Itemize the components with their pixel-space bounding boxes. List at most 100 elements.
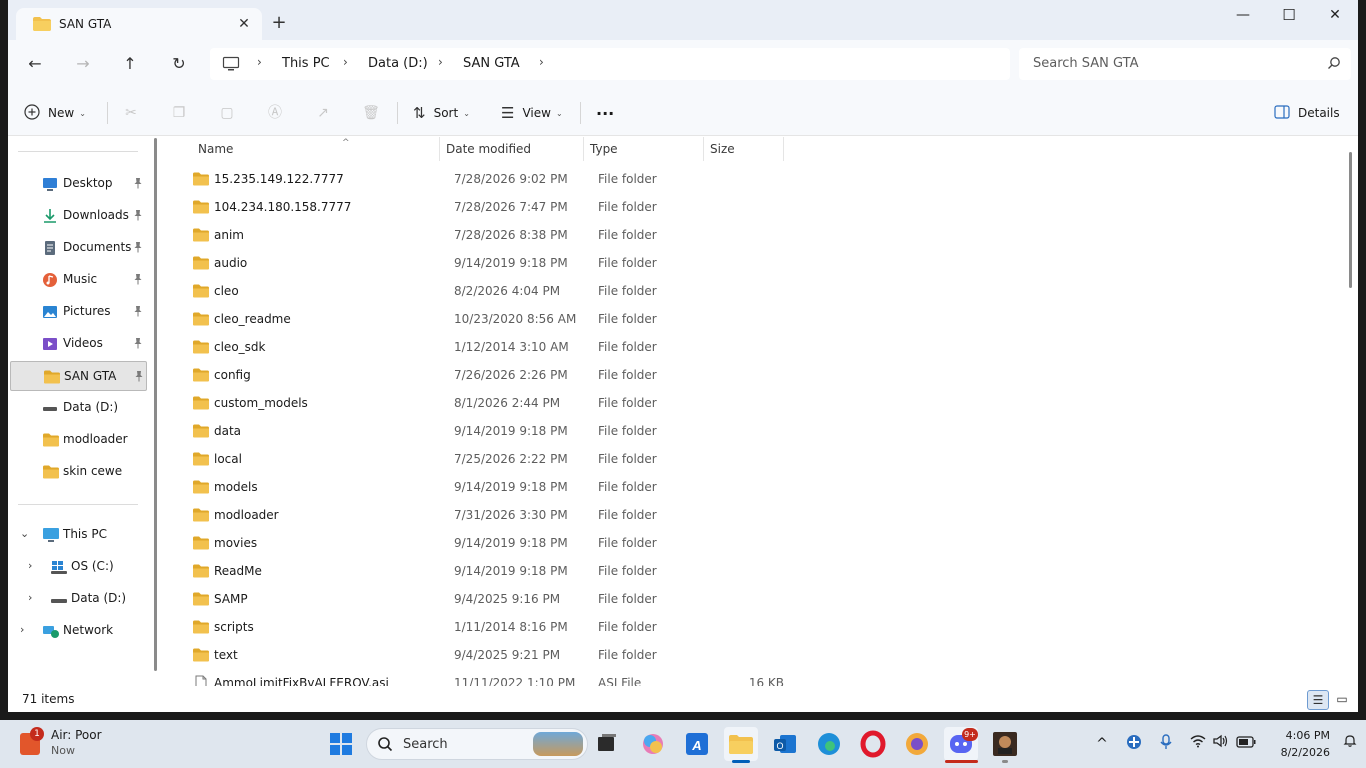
wifi-icon[interactable] [1188, 734, 1208, 754]
discord-icon[interactable]: 9+ [944, 727, 978, 761]
pin-icon[interactable] [133, 177, 143, 192]
sidebar-item-pictures[interactable]: Pictures [10, 297, 147, 327]
sidebar-scrollbar[interactable] [154, 138, 157, 671]
file-row[interactable]: ReadMe 9/14/2019 9:18 PM File folder [184, 557, 794, 585]
file-row[interactable]: scripts 1/11/2014 8:16 PM File folder [184, 613, 794, 641]
delete-icon[interactable]: 🗑 [360, 102, 382, 124]
game-icon[interactable] [988, 727, 1022, 761]
maximize-button[interactable]: ☐ [1266, 0, 1312, 32]
file-row[interactable]: local 7/25/2026 2:22 PM File folder [184, 445, 794, 473]
file-row[interactable]: 15.235.149.122.7777 7/28/2026 9:02 PM File… [184, 165, 794, 193]
file-row[interactable]: modloader 7/31/2026 3:30 PM File folder [184, 501, 794, 529]
refresh-button[interactable]: ↻ [165, 52, 193, 76]
sidebar-item-os-c[interactable]: › OS (C:) [10, 552, 147, 582]
clock[interactable]: 4:06 PM 8/2/2026 [1268, 727, 1330, 761]
up-button[interactable]: ↑ [116, 52, 144, 76]
battery-icon[interactable] [1236, 734, 1256, 754]
outlook-icon[interactable]: O [768, 727, 802, 761]
sidebar-item-modloader[interactable]: modloader [10, 425, 147, 455]
breadcrumb-data-d[interactable]: Data (D:) [368, 56, 428, 71]
address-bar[interactable]: › This PC › Data (D:) › SAN GTA › [210, 48, 1010, 80]
paste-icon[interactable]: ▢ [216, 102, 238, 124]
edge-icon[interactable] [812, 727, 846, 761]
sidebar-item-skin-cewe[interactable]: skin cewe [10, 457, 147, 487]
close-tab-icon[interactable]: ✕ [234, 14, 254, 34]
large-icons-view-icon[interactable]: ▭ [1331, 690, 1353, 710]
task-view-icon[interactable] [590, 727, 624, 761]
file-row[interactable]: config 7/26/2026 2:26 PM File folder [184, 361, 794, 389]
chevron-right-icon[interactable]: › [20, 623, 24, 636]
new-button[interactable]: New ⌄ [24, 101, 86, 125]
breadcrumb-this-pc[interactable]: This PC [282, 56, 330, 71]
new-tab-icon[interactable]: + [268, 12, 290, 34]
column-header-date-modified[interactable]: Date modified [440, 137, 584, 161]
sidebar-item-downloads[interactable]: Downloads [10, 201, 147, 231]
file-row[interactable]: movies 9/14/2019 9:18 PM File folder [184, 529, 794, 557]
sidebar-item-network[interactable]: › Network [10, 616, 147, 646]
copy-icon[interactable]: ❐ [168, 102, 190, 124]
sidebar-item-desktop[interactable]: Desktop [10, 169, 147, 199]
sort-button[interactable]: ⇅ Sort ⌄ [413, 101, 470, 125]
details-pane-button[interactable]: Details [1274, 101, 1340, 125]
show-hidden-icons-button[interactable]: ^ [1092, 734, 1112, 754]
cut-icon[interactable]: ✂ [120, 102, 142, 124]
weather-widget[interactable]: 1 Air: Poor Now [18, 727, 138, 761]
microphone-icon[interactable] [1156, 734, 1176, 754]
file-row[interactable]: cleo_readme 10/23/2020 8:56 AM File folder [184, 305, 794, 333]
pin-icon[interactable] [133, 337, 143, 352]
more-options-button[interactable]: ··· [596, 101, 614, 125]
close-window-button[interactable]: ✕ [1312, 0, 1358, 32]
opera-icon[interactable] [856, 727, 890, 761]
file-row[interactable]: data 9/14/2019 9:18 PM File folder [184, 417, 794, 445]
minimize-button[interactable]: — [1220, 0, 1266, 32]
file-list-scrollbar[interactable] [1349, 152, 1352, 288]
sidebar-item-san-gta[interactable]: SAN GTA [10, 361, 147, 391]
pin-icon[interactable] [133, 305, 143, 320]
file-row[interactable]: cleo 8/2/2026 4:04 PM File folder [184, 277, 794, 305]
taskbar-search[interactable]: Search [366, 728, 588, 760]
column-header-size[interactable]: Size [704, 137, 784, 161]
file-row[interactable]: AmmoLimitFixBvALFEROV.asi 11/11/2022 1:10… [184, 669, 794, 686]
vpn-icon[interactable] [1124, 734, 1144, 754]
column-header-name[interactable]: Name ^ [192, 137, 440, 161]
volume-icon[interactable] [1210, 734, 1230, 754]
file-row[interactable]: SAMP 9/4/2025 9:16 PM File folder [184, 585, 794, 613]
back-button[interactable]: ← [21, 52, 49, 76]
folder-icon [192, 479, 210, 498]
sidebar-item-videos[interactable]: Videos [10, 329, 147, 359]
file-row[interactable]: text 9/4/2025 9:21 PM File folder [184, 641, 794, 669]
pin-icon[interactable] [134, 370, 144, 385]
column-header-type[interactable]: Type [584, 137, 704, 161]
browser-icon[interactable] [900, 727, 934, 761]
file-explorer-icon[interactable] [724, 727, 758, 761]
sidebar-item-documents[interactable]: Documents [10, 233, 147, 263]
chevron-right-icon[interactable]: › [28, 559, 32, 572]
sidebar-item-this-pc[interactable]: ⌄ This PC [10, 520, 147, 550]
pin-icon[interactable] [133, 273, 143, 288]
file-row[interactable]: custom_models 8/1/2026 2:44 PM File folder [184, 389, 794, 417]
sidebar-item-data-d[interactable]: Data (D:) [10, 393, 147, 423]
share-icon[interactable]: ↗ [312, 102, 334, 124]
file-row[interactable]: 104.234.180.158.7777 7/28/2026 7:47 PM Fil… [184, 193, 794, 221]
tab-san-gta[interactable]: SAN GTA ✕ [16, 8, 262, 40]
pin-icon[interactable] [133, 241, 143, 256]
forward-button[interactable]: → [69, 52, 97, 76]
app-icon[interactable]: A [680, 727, 714, 761]
view-button[interactable]: ☰ View ⌄ [501, 101, 563, 125]
file-row[interactable]: cleo_sdk 1/12/2014 3:10 AM File folder [184, 333, 794, 361]
file-row[interactable]: audio 9/14/2019 9:18 PM File folder [184, 249, 794, 277]
chevron-down-icon[interactable]: ⌄ [20, 527, 29, 540]
sidebar-item-data-d[interactable]: › Data (D:) [10, 584, 147, 614]
file-row[interactable]: anim 7/28/2026 8:38 PM File folder [184, 221, 794, 249]
breadcrumb-san-gta[interactable]: SAN GTA [463, 56, 520, 71]
chevron-right-icon[interactable]: › [28, 591, 32, 604]
start-button[interactable] [324, 727, 358, 761]
file-row[interactable]: models 9/14/2019 9:18 PM File folder [184, 473, 794, 501]
search-input[interactable]: Search SAN GTA [1019, 48, 1351, 80]
pin-icon[interactable] [133, 209, 143, 224]
sidebar-item-music[interactable]: Music [10, 265, 147, 295]
rename-icon[interactable]: Ⓐ [264, 102, 286, 124]
notifications-icon[interactable] [1340, 734, 1360, 754]
copilot-icon[interactable] [636, 727, 670, 761]
details-view-icon[interactable]: ☰ [1307, 690, 1329, 710]
